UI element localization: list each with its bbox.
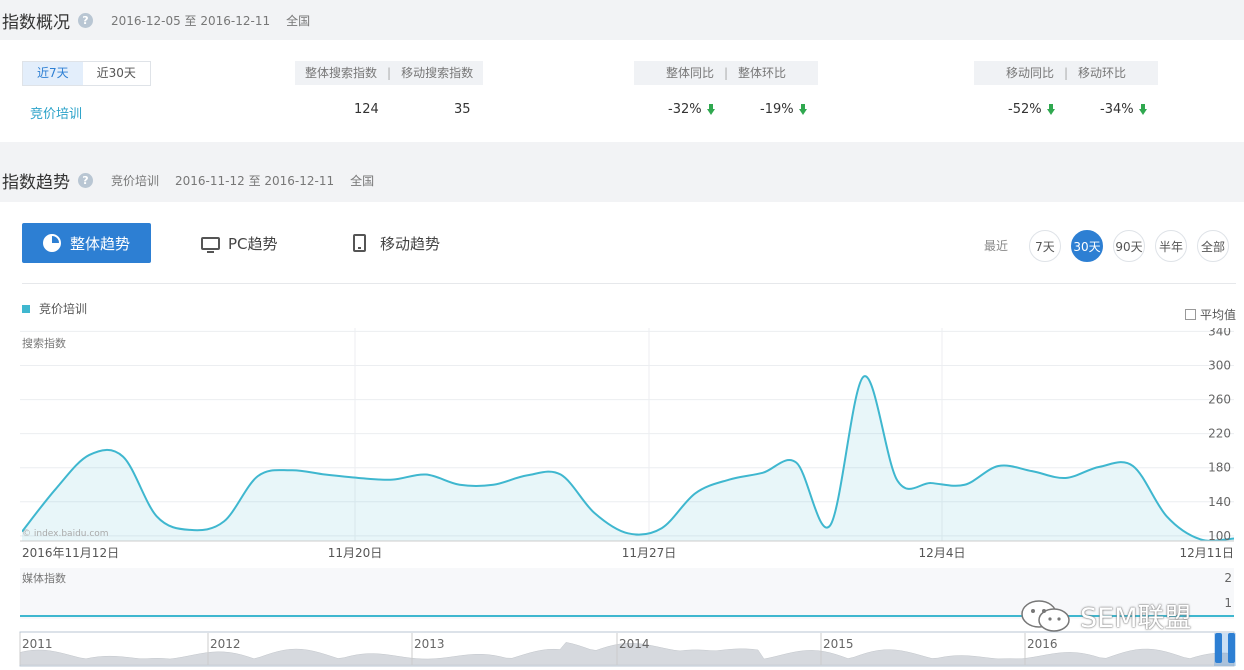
overall-search-value: 124 [354, 102, 379, 117]
x-tick-labels: 2016年11月12日 11月20日 11月27日 12月4日 12月11日 [22, 546, 1234, 560]
navigator-year-label: 2011 [22, 637, 53, 651]
overall-search-label: 整体搜索指数 [305, 66, 378, 80]
trend-keyword: 竞价培训 [111, 173, 160, 188]
range-7days-button[interactable]: 7天 [1029, 230, 1061, 262]
overall-yoy-value: -32% [668, 102, 716, 117]
pie-chart-icon [42, 234, 61, 252]
y-tick-label: 300 [1208, 358, 1231, 372]
x-tick-label: 12月4日 [919, 546, 966, 560]
legend-swatch [22, 304, 30, 313]
range-90days-button[interactable]: 90天 [1113, 230, 1145, 262]
media-tick-1: 1 [1224, 596, 1232, 610]
arrow-down-icon [1046, 104, 1056, 115]
media-tick-2: 2 [1224, 571, 1232, 585]
help-icon[interactable]: ? [78, 172, 93, 188]
trend-date-range: 2016-11-12 至 2016-12-11 [175, 173, 335, 188]
navigator-right-handle[interactable] [1228, 633, 1235, 663]
arrow-down-icon [1138, 104, 1148, 115]
range-all-button[interactable]: 全部 [1197, 230, 1229, 262]
phone-icon [353, 234, 366, 252]
mobile-search-label: 移动搜索指数 [401, 66, 474, 80]
tab-mobile-trend[interactable]: 移动趋势 [353, 223, 440, 263]
tab-30days[interactable]: 近30天 [83, 62, 150, 85]
arrow-down-icon [706, 104, 716, 115]
help-icon[interactable]: ? [78, 12, 93, 28]
range-switch: 近7天 近30天 [22, 61, 151, 86]
overview-header: 指数概况 ? 2016-12-05 至 2016-12-11 全国 [0, 0, 326, 40]
mobile-search-value: 35 [454, 102, 471, 117]
average-label: 平均值 [1200, 308, 1237, 322]
tab-pc-trend[interactable]: PC趋势 [201, 223, 278, 263]
site-watermark: © index.baidu.com [22, 529, 109, 539]
range-halfyear-button[interactable]: 半年 [1155, 230, 1187, 262]
mobile-yoy-value: -52% [1008, 102, 1056, 117]
tab-7days[interactable]: 近7天 [23, 62, 83, 85]
y-tick-label: 180 [1208, 461, 1231, 475]
trend-header: 指数趋势 ? 竞价培训 2016-11-12 至 2016-12-11 全国 [0, 160, 390, 200]
overall-mom-label: 整体环比 [738, 66, 787, 80]
mobile-compare-header: 移动同比 | 移动环比 [974, 61, 1158, 85]
overview-keyword[interactable]: 竞价培训 [30, 103, 82, 122]
overview-region: 全国 [286, 13, 311, 28]
y-axis-label: 搜索指数 [22, 336, 66, 350]
navigator-year-label: 2016 [1027, 637, 1058, 651]
overview-title: 指数概况 [2, 12, 70, 33]
chart-legend[interactable]: 竞价培训 [22, 300, 87, 317]
mobile-mom-value: -34% [1100, 102, 1148, 117]
divider [22, 283, 1236, 284]
overview-card: 近7天 近30天 竞价培训 整体搜索指数 | 移动搜索指数 124 35 整体同… [0, 40, 1244, 142]
x-tick-label: 11月20日 [328, 546, 383, 560]
y-tick-label: 140 [1208, 495, 1231, 509]
mobile-yoy-label: 移动同比 [1005, 66, 1054, 80]
range-30days-button[interactable]: 30天 [1071, 230, 1103, 262]
arrow-down-icon [798, 104, 808, 115]
overall-yoy-label: 整体同比 [665, 66, 714, 80]
navigator-year-label: 2014 [619, 637, 650, 651]
overview-date-range: 2016-12-05 至 2016-12-11 [111, 13, 271, 28]
mobile-mom-label: 移动环比 [1078, 66, 1127, 80]
recent-label: 最近 [984, 239, 1009, 253]
y-tick-label: 260 [1208, 393, 1231, 407]
x-tick-label: 12月11日 [1179, 546, 1234, 560]
average-checkbox[interactable] [1185, 309, 1196, 320]
x-tick-label: 2016年11月12日 [22, 546, 119, 560]
legend-label: 竞价培训 [39, 302, 88, 316]
tab-overall-trend-label: 整体趋势 [69, 234, 130, 253]
tab-overall-trend[interactable]: 整体趋势 [22, 223, 151, 263]
media-index-label: 媒体指数 [22, 571, 66, 585]
trend-title: 指数趋势 [2, 172, 70, 193]
tab-mobile-trend-label: 移动趋势 [380, 234, 441, 253]
x-tick-label: 11月27日 [622, 546, 677, 560]
tab-pc-trend-label: PC趋势 [228, 234, 278, 253]
navigator-year-label: 2015 [823, 637, 854, 651]
navigator-left-handle[interactable] [1215, 633, 1222, 663]
average-toggle[interactable]: 平均值 [1185, 306, 1236, 323]
y-tick-labels: 100140180220260300340 [1208, 328, 1231, 543]
navigator-year-label: 2013 [414, 637, 445, 651]
overall-compare-header: 整体同比 | 整体环比 [634, 61, 818, 85]
chat-bubbles-icon [1021, 599, 1070, 632]
monitor-icon [201, 236, 220, 253]
brand-watermark: SEM联盟 [1020, 596, 1192, 635]
overall-mom-value: -19% [760, 102, 808, 117]
watermark-text: SEM联盟 [1080, 603, 1192, 634]
y-tick-label: 220 [1208, 427, 1231, 441]
series-area [22, 376, 1234, 541]
y-tick-label: 340 [1208, 328, 1231, 338]
navigator-year-label: 2012 [210, 637, 241, 651]
trend-region: 全国 [350, 173, 375, 188]
search-index-header: 整体搜索指数 | 移动搜索指数 [295, 61, 484, 85]
